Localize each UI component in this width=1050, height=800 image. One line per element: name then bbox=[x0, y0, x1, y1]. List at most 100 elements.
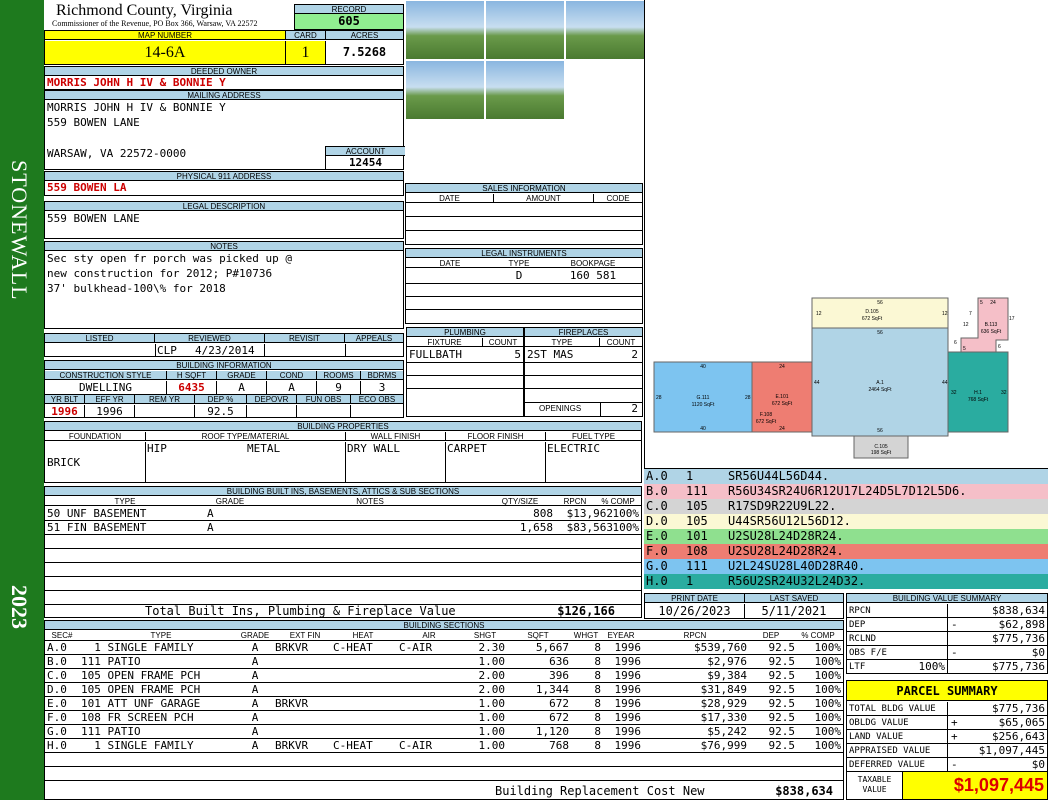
sec-shgt: 1.00 bbox=[478, 697, 506, 710]
depreciation: 92.5 bbox=[195, 405, 247, 418]
sec-dep: 92.5 bbox=[768, 669, 796, 682]
sketch-b-n5b: 5 bbox=[963, 346, 966, 352]
sec-eyear: 1996 bbox=[614, 641, 642, 654]
sec-dep: 92.5 bbox=[768, 641, 796, 654]
sales-date-label: DATE bbox=[406, 194, 494, 203]
fireplaces-label: FIREPLACES bbox=[525, 328, 642, 337]
sec-extfin bbox=[275, 711, 335, 725]
sketch-d-id: D.105 bbox=[865, 309, 879, 315]
building-sketch: D.105 672 SqFt 56 12 12 A.1 2464 SqFt 56… bbox=[653, 297, 1015, 459]
fixture-count: 5 bbox=[514, 348, 521, 361]
sketch-a-left: 44 bbox=[814, 380, 820, 386]
fp-type-label: TYPE bbox=[525, 338, 600, 347]
parcel-key: APPRAISED VALUE bbox=[849, 746, 931, 756]
property-photo-3[interactable] bbox=[565, 0, 645, 60]
sec-type: 105 OPEN FRAME PCH bbox=[81, 669, 201, 682]
print-date: 10/26/2023 bbox=[645, 604, 745, 618]
sec-comp: 100% bbox=[814, 697, 842, 710]
sketch-b-top: 24 bbox=[990, 300, 996, 306]
fireplace-type: 2ST MAS bbox=[527, 348, 574, 361]
map-number: 14-6A bbox=[45, 41, 286, 64]
sec-comp: 100% bbox=[814, 669, 842, 682]
effyr-label: EFF YR bbox=[85, 395, 135, 404]
parcel-value: $65,065 bbox=[998, 716, 1045, 729]
deeded-owner-label: DEEDED OWNER bbox=[45, 67, 403, 76]
property-photo-5[interactable] bbox=[485, 60, 565, 120]
sec-type: 1 SINGLE FAMILY bbox=[81, 641, 194, 654]
sec-head-rpcn: RPCN bbox=[683, 631, 707, 640]
built-in-row: 51 FIN BASEMENT A 1,658 $83,563 100% bbox=[45, 521, 641, 535]
roof-label: ROOF TYPE/MATERIAL bbox=[145, 432, 345, 441]
sec-eyear: 1996 bbox=[614, 655, 642, 668]
sketch-b-id: B.113 bbox=[985, 322, 998, 328]
bi-comp: 100% bbox=[612, 507, 640, 520]
sec-dep: 92.5 bbox=[768, 725, 796, 738]
sec-sec: F.0 bbox=[47, 711, 67, 724]
parcel-op: + bbox=[951, 716, 958, 729]
parcel-key: LAND VALUE bbox=[849, 732, 904, 742]
sketch-d-right: 12 bbox=[942, 311, 948, 317]
sketch-h-sqft: 768 SqFt bbox=[968, 397, 989, 403]
built-in-row bbox=[45, 535, 641, 549]
bvs-value: $775,736 bbox=[992, 660, 1045, 673]
sec-heat bbox=[333, 711, 393, 725]
legend-desc: R17SD9R22U9L22. bbox=[728, 499, 837, 513]
legend-sec: H.0 bbox=[646, 574, 668, 588]
sec-heat: C-HEAT bbox=[333, 739, 373, 752]
notes-line3: 37' bulkhead-100\% for 2018 bbox=[47, 282, 226, 295]
sec-sqft: 396 bbox=[549, 669, 569, 682]
fixture: FULLBATH bbox=[409, 348, 462, 361]
sec-dep: 92.5 bbox=[768, 697, 796, 710]
grade-label: GRADE bbox=[217, 371, 267, 380]
map-card-acres: MAP NUMBER 14-6A CARD 1 ACRES 7.5268 bbox=[44, 30, 404, 65]
sec-head-type: TYPE bbox=[150, 631, 172, 640]
parcel-row: OBLDG VALUE + $65,065 bbox=[847, 716, 1047, 730]
sec-comp: 100% bbox=[814, 725, 842, 738]
sketch-f-sqft: 672 SqFt bbox=[756, 419, 777, 425]
section-row: D.0 105 OPEN FRAME PCH A 2.00 1,344 8 1996 $31,… bbox=[45, 683, 843, 697]
district-name: STONEWALL bbox=[7, 160, 32, 301]
sketch-h-right: 32 bbox=[1001, 390, 1007, 396]
sketch-b-n5: 5 bbox=[980, 300, 983, 306]
openings-count: 2 bbox=[600, 402, 638, 416]
bi-notes-label: NOTES bbox=[255, 497, 485, 506]
ecoobs-label: ECO OBS bbox=[351, 395, 403, 404]
section-row: E.0 101 ATT UNF GARAGE A BRKVR 1.00 672 8 1996 $… bbox=[45, 697, 843, 711]
print-date-label: PRINT DATE bbox=[645, 594, 745, 603]
property-photo-4[interactable] bbox=[405, 60, 485, 120]
legend-row: G.0 111 U2L24SU28L40D28R40. bbox=[644, 559, 1048, 574]
sec-whgt: 8 bbox=[594, 697, 601, 710]
property-photo-2[interactable] bbox=[485, 0, 565, 60]
sec-air: C-AIR bbox=[399, 641, 433, 654]
deeded-owner: MORRIS JOHN H IV & BONNIE Y bbox=[47, 76, 226, 89]
sketch-e-bottom: 24 bbox=[779, 426, 785, 432]
tax-year: 2023 bbox=[7, 585, 32, 629]
legend-desc: U44SR56U12L56D12. bbox=[728, 514, 851, 528]
bvs-row: OBS F/E - $0 bbox=[847, 646, 1047, 660]
sec-sec: E.0 bbox=[47, 697, 67, 710]
legal-instruments-box: LEGAL INSTRUMENTS DATE TYPE BOOKPAGE D 1… bbox=[405, 248, 643, 324]
record-number: 605 bbox=[295, 14, 403, 29]
parcel-op: - bbox=[951, 758, 958, 771]
parcel-summary: PARCEL SUMMARY TOTAL BLDG VALUE $775,736 O… bbox=[846, 680, 1048, 800]
parcel-value: $775,736 bbox=[992, 702, 1045, 715]
bvs-key: OBS F/E bbox=[849, 648, 887, 658]
sec-grade: A bbox=[251, 683, 259, 696]
sec-eyear: 1996 bbox=[614, 697, 642, 710]
sec-air bbox=[399, 697, 459, 711]
bvs-row: RCLND $775,736 bbox=[847, 632, 1047, 646]
fixture-label: FIXTURE bbox=[407, 338, 483, 347]
sec-type: 105 OPEN FRAME PCH bbox=[81, 683, 201, 696]
floor-label: FLOOR FINISH bbox=[445, 432, 545, 441]
sec-head-dep: DEP bbox=[762, 631, 780, 640]
bi-type: 50 UNF BASEMENT bbox=[47, 507, 147, 520]
built-in-row bbox=[45, 577, 641, 591]
condition: A bbox=[267, 381, 317, 394]
bvs-value: $838,634 bbox=[992, 604, 1045, 617]
sec-dep: 92.5 bbox=[768, 739, 796, 752]
sec-extfin bbox=[275, 655, 335, 669]
yrblt-label: YR BLT bbox=[45, 395, 85, 404]
sec-rpcn: $76,999 bbox=[700, 739, 747, 752]
property-photo-1[interactable] bbox=[405, 0, 485, 60]
sec-grade: A bbox=[251, 711, 259, 724]
